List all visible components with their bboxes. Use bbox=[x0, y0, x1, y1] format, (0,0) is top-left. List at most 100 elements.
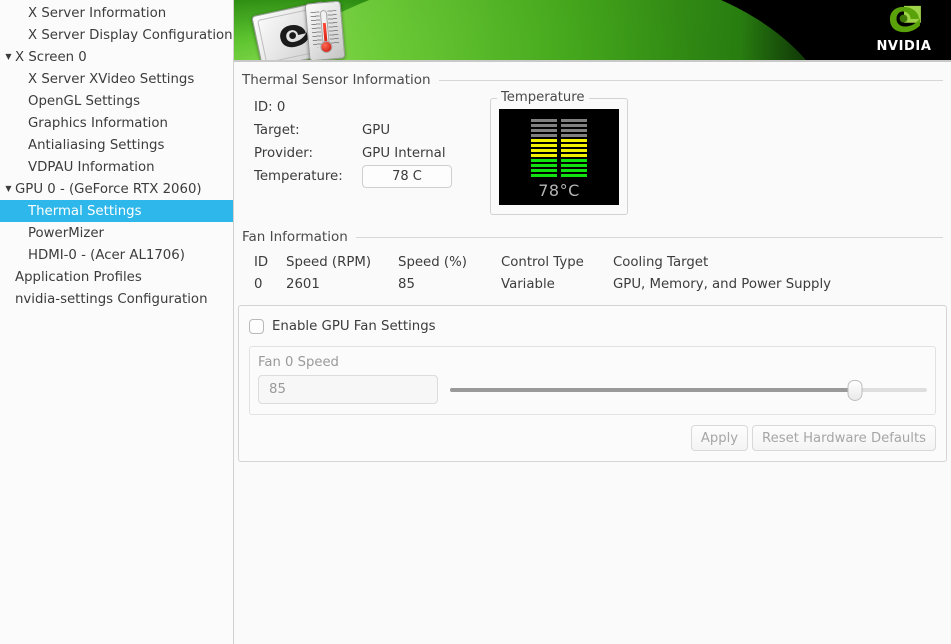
temperature-gauge-legend: Temperature bbox=[497, 90, 589, 105]
sidebar-item-label: X Server Display Configuration bbox=[28, 27, 233, 43]
fan-cell-pct: 85 bbox=[398, 276, 415, 292]
fan-section-header: Fan Information bbox=[234, 229, 951, 245]
sidebar-item-label: OpenGL Settings bbox=[28, 93, 140, 109]
gauge-segment-green bbox=[561, 169, 587, 172]
gauge-temperature-text: 78°C bbox=[538, 181, 580, 200]
gpu-fan-settings-frame: Enable GPU Fan Settings Fan 0 Speed 85 A… bbox=[238, 305, 947, 462]
sidebar-item-x-screen-0[interactable]: ▼ X Screen 0 bbox=[0, 46, 233, 68]
fan-speed-slider[interactable] bbox=[450, 379, 927, 401]
sidebar-item-label: Antialiasing Settings bbox=[28, 137, 165, 153]
thermal-section-title: Thermal Sensor Information bbox=[242, 72, 431, 88]
enable-gpu-fan-settings-checkbox[interactable] bbox=[249, 318, 264, 334]
sidebar-item-hdmi-0-acer-al1706[interactable]: ▼HDMI-0 - (Acer AL1706) bbox=[0, 244, 233, 266]
sidebar-item-label: nvidia-settings Configuration bbox=[15, 291, 208, 307]
sidebar-item-label: X Server XVideo Settings bbox=[28, 71, 195, 87]
gauge-segment-yellow bbox=[531, 144, 557, 147]
temperature-gauge-display: 78°C bbox=[499, 109, 619, 205]
gauge-segment-yellow bbox=[561, 154, 587, 157]
enable-fan-settings-row[interactable]: Enable GPU Fan Settings bbox=[249, 316, 936, 336]
settings-tree[interactable]: ▼X Server Information▼X Server Display C… bbox=[0, 2, 233, 310]
fan-speed-input[interactable]: 85 bbox=[258, 375, 438, 404]
gauge-segment-green bbox=[531, 174, 557, 177]
sidebar-item-nvidia-settings-configuration[interactable]: ▼nvidia-settings Configuration bbox=[0, 288, 233, 310]
gauge-bar-column-right bbox=[561, 119, 587, 177]
sensor-field-list: ID: 0 Target: GPU Provider: GPU Internal… bbox=[242, 94, 452, 215]
fan-section-title: Fan Information bbox=[242, 229, 348, 245]
nvidia-eye-logo bbox=[889, 5, 921, 33]
sidebar-item-x-server-xvideo-settings[interactable]: ▼X Server XVideo Settings bbox=[0, 68, 233, 90]
temperature-readout-field: 78 C bbox=[362, 165, 452, 188]
gauge-segment-gray bbox=[561, 134, 587, 137]
sidebar-item-antialiasing-settings[interactable]: ▼Antialiasing Settings bbox=[0, 134, 233, 156]
sidebar-item-powermizer[interactable]: ▼PowerMizer bbox=[0, 222, 233, 244]
sidebar-item-application-profiles[interactable]: ▼Application Profiles bbox=[0, 266, 233, 288]
sidebar-item-graphics-information[interactable]: ▼Graphics Information bbox=[0, 112, 233, 134]
thermometer-icon bbox=[304, 0, 346, 62]
table-row: 0 2601 85 Variable GPU, Memory, and Powe… bbox=[254, 273, 943, 295]
chevron-down-icon[interactable]: ▼ bbox=[2, 53, 15, 61]
enable-gpu-fan-settings-label: Enable GPU Fan Settings bbox=[272, 318, 436, 334]
slider-track-fill bbox=[450, 387, 856, 392]
gauge-segment-gray bbox=[531, 129, 557, 132]
gauge-segment-yellow bbox=[531, 139, 557, 142]
fan-table-header-row: ID Speed (RPM) Speed (%) Control Type Co… bbox=[254, 251, 943, 273]
reset-hardware-defaults-button[interactable]: Reset Hardware Defaults bbox=[752, 425, 936, 451]
apply-button[interactable]: Apply bbox=[690, 425, 749, 451]
nvidia-settings-window: ▼X Server Information▼X Server Display C… bbox=[0, 0, 951, 644]
sidebar-item-thermal-settings[interactable]: ▼Thermal Settings bbox=[0, 200, 233, 222]
gauge-segment-green bbox=[561, 164, 587, 167]
fan-col-cooling: Cooling Target bbox=[613, 254, 709, 270]
sidebar-item-label: Application Profiles bbox=[15, 269, 142, 285]
section-divider bbox=[355, 236, 943, 238]
fan-cell-control: Variable bbox=[501, 276, 555, 292]
sensor-temperature-row: Temperature: 78 C bbox=[254, 165, 452, 188]
gauge-segment-yellow bbox=[531, 154, 557, 157]
sidebar-item-x-server-information[interactable]: ▼X Server Information bbox=[0, 2, 233, 24]
sensor-target-row: Target: GPU bbox=[254, 119, 452, 142]
fan-information-table: ID Speed (RPM) Speed (%) Control Type Co… bbox=[234, 251, 951, 295]
gauge-segment-green bbox=[531, 164, 557, 167]
gauge-segment-yellow bbox=[531, 149, 557, 152]
chevron-down-icon[interactable]: ▼ bbox=[2, 185, 15, 193]
gauge-segment-green bbox=[531, 159, 557, 162]
fan-col-rpm: Speed (RPM) bbox=[286, 254, 372, 270]
fan-speed-control-group: Fan 0 Speed 85 bbox=[249, 346, 936, 415]
target-label: Target: bbox=[254, 123, 300, 138]
thermal-sensor-body: ID: 0 Target: GPU Provider: GPU Internal… bbox=[234, 90, 951, 215]
thermometer-bulb bbox=[319, 40, 333, 54]
gauge-segment-gray bbox=[531, 124, 557, 127]
fan-settings-buttons: Apply Reset Hardware Defaults bbox=[249, 425, 936, 451]
provider-label: Provider: bbox=[254, 146, 313, 161]
gauge-bar-column-left bbox=[531, 119, 557, 177]
sidebar-item-x-server-display-configuration[interactable]: ▼X Server Display Configuration bbox=[0, 24, 233, 46]
sidebar-item-gpu-0-geforce-rtx-2060[interactable]: ▼ GPU 0 - (GeForce RTX 2060) bbox=[0, 178, 233, 200]
fan-speed-row: 85 bbox=[258, 375, 927, 404]
gauge-segment-green bbox=[531, 169, 557, 172]
gauge-segment-yellow bbox=[561, 139, 587, 142]
section-divider bbox=[438, 79, 943, 81]
sidebar-item-vdpau-information[interactable]: ▼VDPAU Information bbox=[0, 156, 233, 178]
sidebar-item-label: VDPAU Information bbox=[28, 159, 155, 175]
fan-cell-rpm: 2601 bbox=[286, 276, 320, 292]
navigation-sidebar[interactable]: ▼X Server Information▼X Server Display C… bbox=[0, 0, 234, 644]
slider-handle[interactable] bbox=[847, 379, 863, 401]
thermal-settings-page: Thermal Sensor Information ID: 0 Target:… bbox=[234, 62, 951, 462]
temperature-label: Temperature: bbox=[254, 169, 343, 184]
nvidia-banner: NVIDIA bbox=[234, 0, 951, 62]
nvidia-logo: NVIDIA bbox=[867, 4, 941, 58]
gauge-segment-gray bbox=[531, 134, 557, 137]
gauge-segment-gray bbox=[561, 129, 587, 132]
gauge-segment-green bbox=[561, 159, 587, 162]
sidebar-item-label: HDMI-0 - (Acer AL1706) bbox=[28, 247, 185, 263]
gauge-segment-green bbox=[561, 174, 587, 177]
sidebar-item-opengl-settings[interactable]: ▼OpenGL Settings bbox=[0, 90, 233, 112]
fan-col-id: ID bbox=[254, 254, 269, 270]
gauge-bar-columns bbox=[531, 119, 587, 177]
target-value: GPU bbox=[362, 123, 391, 138]
sidebar-item-label: X Screen 0 bbox=[15, 49, 87, 65]
thermal-card-icon bbox=[250, 0, 380, 62]
fan-col-pct: Speed (%) bbox=[398, 254, 467, 270]
thermal-section-header: Thermal Sensor Information bbox=[234, 72, 951, 88]
fan-cell-id: 0 bbox=[254, 276, 263, 292]
fan-cell-cooling: GPU, Memory, and Power Supply bbox=[613, 276, 832, 292]
